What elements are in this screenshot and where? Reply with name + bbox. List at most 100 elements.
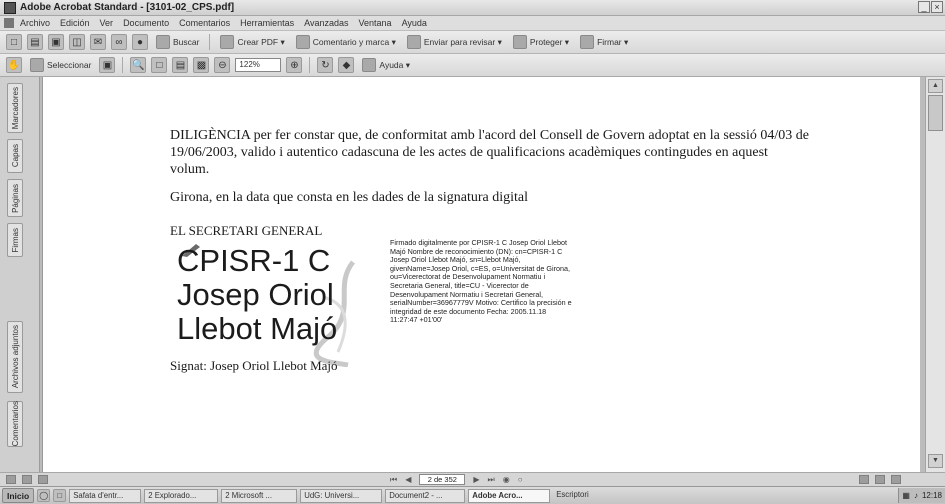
create-pdf-label: Crear PDF ▾ bbox=[237, 36, 285, 47]
volume-icon[interactable]: ♪ bbox=[914, 491, 918, 500]
signature-details[interactable]: Firmado digitalmente por CPISR-1 C Josep… bbox=[390, 238, 575, 325]
tab-signatures[interactable]: Firmas bbox=[7, 223, 23, 257]
forward-view-icon[interactable]: ○ bbox=[518, 475, 523, 484]
signature-name-line-1: CPISR-1 C bbox=[177, 243, 331, 278]
scroll-up-arrow-icon[interactable]: ▲ bbox=[928, 79, 943, 93]
attach-icon[interactable]: ∞ bbox=[111, 34, 127, 50]
tab-layers-label: Capas bbox=[10, 144, 20, 168]
task-adobe-acrobat[interactable]: Adobe Acro... bbox=[468, 488, 551, 503]
sign-button[interactable]: Firmar ▾ bbox=[577, 33, 631, 51]
tab-bookmarks[interactable]: Marcadores bbox=[7, 83, 23, 133]
menu-documento[interactable]: Documento bbox=[123, 18, 169, 28]
diligencia-paragraph: DILIGÈNCIA per fer constar que, de confo… bbox=[170, 128, 809, 177]
toolbar-separator bbox=[309, 57, 311, 73]
tab-comments-label: Comentarios bbox=[10, 401, 20, 447]
start-button[interactable]: Inicio bbox=[2, 488, 35, 503]
save-icon[interactable]: ▣ bbox=[48, 34, 64, 50]
menu-herramientas[interactable]: Herramientas bbox=[240, 18, 294, 28]
zoom-plus-icon[interactable]: ⊕ bbox=[286, 57, 303, 73]
signed-by-line: Signat: Josep Oriol Llebot Majó bbox=[170, 358, 338, 373]
tab-pages[interactable]: Páginas bbox=[7, 179, 23, 217]
tab-layers[interactable]: Capas bbox=[7, 139, 23, 173]
menu-ventana[interactable]: Ventana bbox=[359, 18, 392, 28]
tab-pages-label: Páginas bbox=[10, 183, 20, 213]
menu-ayuda[interactable]: Ayuda bbox=[402, 18, 427, 28]
fit-width-icon[interactable]: ▩ bbox=[193, 57, 210, 73]
quicklaunch-ie-icon[interactable]: ◯ bbox=[37, 489, 51, 502]
back-view-icon[interactable]: ◉ bbox=[503, 475, 510, 484]
menu-edicion[interactable]: Edición bbox=[60, 18, 90, 28]
pdf-page: DILIGÈNCIA per fer constar que, de confo… bbox=[42, 77, 920, 472]
help-icon bbox=[362, 58, 377, 72]
navigation-panel: Marcadores Capas Páginas Firmas Archivos… bbox=[0, 77, 40, 472]
first-page-icon[interactable]: ⏮ bbox=[390, 475, 397, 485]
single-page-icon[interactable] bbox=[859, 475, 869, 484]
menu-ver[interactable]: Ver bbox=[100, 18, 114, 28]
zoom-field[interactable]: 122% bbox=[235, 58, 282, 72]
lock-icon bbox=[512, 35, 527, 49]
quicklaunch-desktop-icon[interactable]: □ bbox=[53, 489, 67, 502]
open-icon[interactable]: □ bbox=[6, 34, 22, 50]
task-explorer[interactable]: 2 Explorado... bbox=[144, 488, 219, 503]
page-size-icon bbox=[22, 475, 32, 484]
menu-archivo[interactable]: Archivo bbox=[20, 18, 50, 28]
rotate-icon[interactable]: ↻ bbox=[317, 57, 334, 73]
view-options-icon[interactable] bbox=[38, 475, 48, 484]
document-viewport[interactable]: DILIGÈNCIA per fer constar que, de confo… bbox=[40, 77, 925, 472]
page-number-field[interactable]: 2 de 352 bbox=[419, 474, 466, 485]
page-layout-controls bbox=[859, 475, 901, 484]
help-button[interactable]: Ayuda ▾ bbox=[359, 56, 413, 74]
tab-signatures-label: Firmas bbox=[10, 227, 20, 253]
status-bar: ⏮ ◀ 2 de 352 ▶ ⏭ ◉ ○ bbox=[0, 472, 945, 486]
continuous-icon[interactable] bbox=[875, 475, 885, 484]
comment-icon bbox=[295, 35, 310, 49]
menu-avanzadas[interactable]: Avanzadas bbox=[304, 18, 348, 28]
window-titlebar: Adobe Acrobat Standard - [3101-02_CPS.pd… bbox=[0, 0, 945, 16]
network-icon[interactable]: ▦ bbox=[902, 491, 910, 500]
email-icon[interactable]: ✉ bbox=[90, 34, 106, 50]
tab-comments[interactable]: Comentarios bbox=[7, 401, 23, 447]
task-outlook[interactable]: Safata d'entr... bbox=[69, 488, 142, 503]
scroll-down-arrow-icon[interactable]: ▼ bbox=[928, 454, 943, 468]
send-review-button[interactable]: Enviar para revisar ▾ bbox=[404, 33, 505, 51]
facing-icon[interactable] bbox=[891, 475, 901, 484]
create-pdf-button[interactable]: Crear PDF ▾ bbox=[217, 33, 287, 51]
task-document2[interactable]: Document2 - ... bbox=[385, 488, 466, 503]
document-menu-icon[interactable] bbox=[4, 18, 14, 28]
clock[interactable]: 12:18 bbox=[922, 491, 942, 500]
select-tool-button[interactable]: Seleccionar bbox=[27, 56, 94, 74]
comment-markup-button[interactable]: Comentario y marca ▾ bbox=[293, 33, 399, 51]
select-label: Seleccionar bbox=[47, 60, 92, 70]
close-button[interactable]: × bbox=[931, 1, 943, 13]
girona-paragraph: Girona, en la data que consta en les dad… bbox=[170, 190, 529, 205]
menu-bar: Archivo Edición Ver Documento Comentario… bbox=[0, 16, 945, 31]
search-button[interactable]: Buscar bbox=[153, 33, 202, 51]
task-browser[interactable]: UdG: Universi... bbox=[300, 488, 383, 503]
hand-tool-icon[interactable]: ✋ bbox=[6, 57, 22, 73]
snapshot-icon[interactable]: ▣ bbox=[99, 57, 116, 73]
hand-status-icon[interactable] bbox=[6, 475, 16, 484]
create-pdf-icon bbox=[220, 35, 235, 49]
protect-button[interactable]: Proteger ▾ bbox=[510, 33, 572, 51]
desktop-toolbar[interactable]: Escriptori bbox=[553, 489, 609, 503]
stamp-icon[interactable]: ● bbox=[132, 34, 148, 50]
actual-size-icon[interactable]: □ bbox=[151, 57, 168, 73]
scroll-thumb[interactable] bbox=[928, 95, 943, 131]
last-page-icon[interactable]: ⏭ bbox=[488, 475, 495, 485]
help-label: Ayuda ▾ bbox=[379, 59, 410, 70]
task-word[interactable]: 2 Microsoft ... bbox=[221, 488, 298, 503]
search-label: Buscar bbox=[173, 37, 200, 47]
print-icon[interactable]: ◫ bbox=[69, 34, 85, 50]
tab-attachments[interactable]: Archivos adjuntos bbox=[7, 321, 23, 393]
menu-comentarios[interactable]: Comentarios bbox=[179, 18, 230, 28]
organizer-icon[interactable]: ▤ bbox=[27, 34, 43, 50]
zoom-out-icon[interactable]: ⊖ bbox=[214, 57, 231, 73]
system-tray: ▦ ♪ 12:18 bbox=[898, 488, 945, 503]
next-page-icon[interactable]: ▶ bbox=[473, 475, 479, 484]
minimize-button[interactable]: _ bbox=[918, 1, 930, 13]
fit-page-icon[interactable]: ▤ bbox=[172, 57, 189, 73]
zoom-in-icon[interactable]: 🔍 bbox=[130, 57, 147, 73]
vertical-scrollbar[interactable]: ▲ ▼ bbox=[925, 77, 945, 472]
previous-page-icon[interactable]: ◀ bbox=[405, 475, 411, 484]
tab-bookmarks-label: Marcadores bbox=[10, 86, 20, 130]
